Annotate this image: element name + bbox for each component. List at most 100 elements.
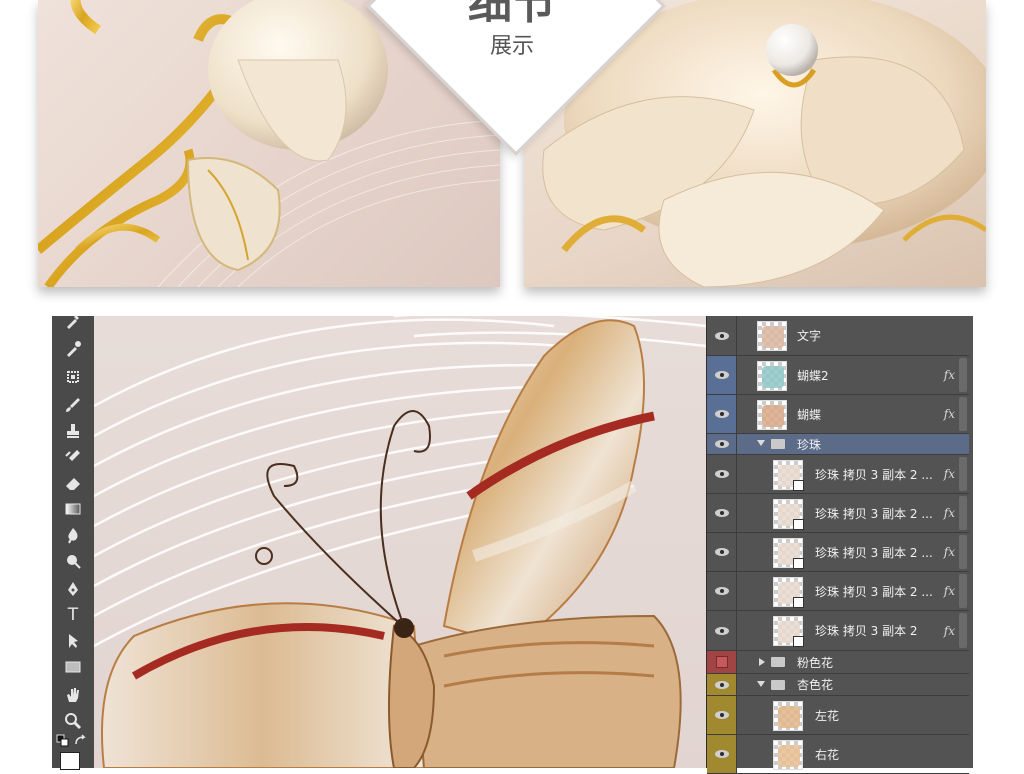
eraser-icon[interactable] [62, 472, 84, 494]
layer-row[interactable]: 珍珠 拷贝 3 副本 2 ... fx [707, 572, 969, 611]
layer-name: 粉色花 [797, 655, 834, 670]
dodge-icon[interactable] [62, 550, 84, 572]
folder-icon [771, 439, 785, 449]
layer-row[interactable]: 粉色花 [707, 651, 969, 674]
layer-effects-icon[interactable]: fx [944, 455, 955, 493]
visibility-toggle[interactable] [707, 735, 737, 773]
thumbnail-preview [762, 405, 784, 427]
layer-effects-icon[interactable]: fx [944, 611, 955, 650]
eye-icon [714, 587, 729, 595]
layer-row[interactable]: 珍珠 拷贝 3 副本 2 ... fx [707, 533, 969, 572]
visibility-toggle[interactable] [707, 434, 737, 454]
pen-icon[interactable] [62, 578, 84, 600]
eye-icon [714, 331, 729, 340]
layer-effects-icon[interactable]: fx [944, 572, 955, 610]
layer-row[interactable]: 文字 [707, 316, 969, 356]
eye-icon [714, 750, 729, 758]
effects-expander[interactable] [959, 358, 967, 392]
default-colors-icon[interactable] [56, 734, 70, 748]
layer-thumbnail [773, 701, 803, 731]
effects-expander[interactable] [959, 574, 967, 608]
visibility-toggle[interactable] [707, 533, 737, 571]
eye-icon [714, 470, 729, 478]
visibility-toggle[interactable] [707, 572, 737, 610]
visibility-toggle[interactable] [707, 494, 737, 532]
layer-effects-icon[interactable]: fx [944, 356, 955, 394]
clone-stamp-icon[interactable] [62, 420, 84, 442]
effects-expander[interactable] [959, 397, 967, 431]
eye-icon [714, 548, 729, 556]
effects-expander[interactable] [959, 496, 967, 530]
eye-icon [714, 440, 729, 448]
brush-icon[interactable] [62, 394, 84, 416]
type-icon[interactable]: T [62, 604, 84, 626]
thumbnail-preview [762, 326, 784, 348]
visibility-toggle[interactable] [707, 696, 737, 734]
effects-expander[interactable] [959, 613, 967, 648]
hand-icon[interactable] [62, 684, 84, 706]
zoom-icon[interactable] [62, 710, 84, 732]
history-brush-icon[interactable] [62, 446, 84, 468]
smart-object-icon [793, 519, 804, 530]
swap-colors-icon[interactable] [74, 734, 88, 748]
layer-row[interactable]: 珍珠 拷贝 3 副本 2 ... fx [707, 494, 969, 533]
hidden-indicator-icon [715, 656, 728, 668]
visibility-toggle[interactable] [707, 674, 737, 695]
layer-name: 珍珠 拷贝 3 副本 2 ... [815, 545, 933, 560]
eye-icon [714, 371, 729, 379]
layer-row[interactable]: 左花 [707, 696, 969, 735]
smart-object-icon [793, 636, 804, 647]
layer-name: 珍珠 拷贝 3 副本 2 ... [815, 467, 933, 482]
eye-icon [714, 410, 729, 418]
thumbnail-preview [762, 366, 784, 388]
folder-icon [771, 657, 785, 667]
layer-name: 右花 [815, 747, 840, 762]
layer-thumbnail [773, 538, 804, 569]
layer-name: 杏色花 [797, 678, 834, 692]
layers-panel: 文字 蝴蝶2 fx 蝴蝶 fx 珍珠 珍珠 拷贝 3 副本 2 ... fx 珍珠 拷贝 3 副… [706, 316, 973, 774]
layer-name: 珍珠 [797, 437, 822, 452]
rectangle-icon[interactable] [62, 656, 84, 678]
layer-name: 珍珠 拷贝 3 副本 2 ... [815, 506, 933, 521]
layer-row[interactable]: 珍珠 [707, 434, 969, 455]
tools-panel: T [52, 315, 95, 770]
layer-row[interactable]: 蝴蝶2 fx [707, 356, 969, 395]
layer-row[interactable]: 珍珠 拷贝 3 副本 2 ... fx [707, 455, 969, 494]
layer-effects-icon[interactable]: fx [944, 395, 955, 433]
eyedropper-icon[interactable] [62, 338, 84, 360]
effects-expander[interactable] [959, 457, 967, 491]
visibility-toggle[interactable] [707, 356, 737, 394]
layer-row[interactable]: 杏色花 [707, 674, 969, 696]
layer-row[interactable]: 右花 [707, 735, 969, 774]
chevron-down-icon[interactable] [757, 440, 765, 446]
layer-row[interactable]: 蝴蝶 fx [707, 395, 969, 434]
eyedropper-partial-icon[interactable] [62, 310, 84, 332]
thumbnail-preview [778, 745, 800, 767]
eye-icon [714, 626, 729, 635]
layer-effects-icon[interactable]: fx [944, 494, 955, 532]
layer-thumbnail [757, 321, 787, 351]
layer-name: 珍珠 拷贝 3 副本 2 ... [815, 584, 933, 599]
effects-expander[interactable] [959, 535, 967, 569]
chevron-down-icon[interactable] [757, 680, 765, 687]
thumbnail-preview [778, 706, 800, 728]
path-selection-icon[interactable] [62, 630, 84, 652]
layer-row[interactable]: 珍珠 拷贝 3 副本 2 fx [707, 611, 969, 651]
eye-icon [714, 711, 729, 719]
eye-icon [714, 680, 729, 689]
spot-healing-icon[interactable] [62, 366, 84, 388]
layer-name: 蝴蝶 [797, 407, 822, 422]
visibility-toggle[interactable] [707, 455, 737, 493]
visibility-toggle[interactable] [707, 316, 737, 355]
chevron-right-icon[interactable] [759, 658, 765, 666]
visibility-toggle[interactable] [707, 395, 737, 433]
layer-effects-icon[interactable]: fx [944, 533, 955, 571]
gradient-icon[interactable] [62, 498, 84, 520]
blur-icon[interactable] [62, 524, 84, 546]
smart-object-icon [793, 558, 804, 569]
foreground-color-swatch[interactable] [60, 752, 80, 770]
eye-icon [714, 509, 729, 517]
document-canvas[interactable] [94, 316, 706, 768]
visibility-toggle[interactable] [707, 611, 737, 650]
visibility-toggle[interactable] [707, 651, 737, 673]
